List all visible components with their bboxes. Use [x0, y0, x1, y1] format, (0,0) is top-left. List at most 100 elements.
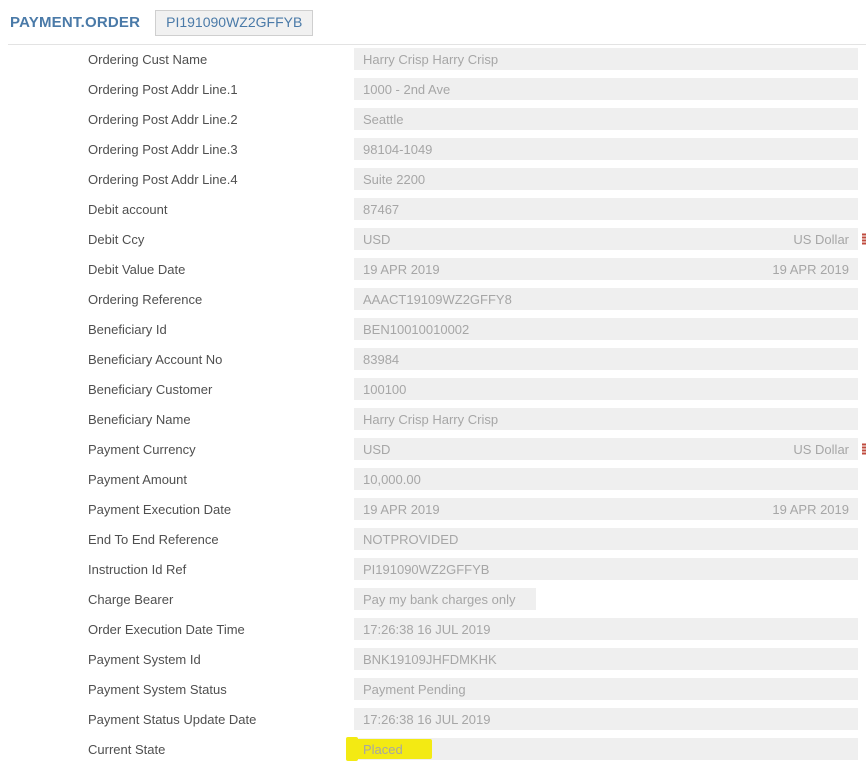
field-value: 87467: [363, 202, 399, 217]
field-value-box: BNK19109JHFDMKHK: [354, 648, 858, 670]
field-label: Instruction Id Ref: [0, 562, 354, 577]
field-label: Charge Bearer: [0, 592, 354, 607]
field-value-box: NOTPROVIDED: [354, 528, 858, 550]
field-label: Beneficiary Name: [0, 412, 354, 427]
field-value: 10,000.00: [363, 472, 421, 487]
header: PAYMENT.ORDER PI191090WZ2GFFYB: [0, 0, 866, 44]
field-label: Ordering Post Addr Line.3: [0, 142, 354, 157]
field-label: Ordering Cust Name: [0, 52, 354, 67]
field-label: Beneficiary Account No: [0, 352, 354, 367]
field-label: Ordering Post Addr Line.4: [0, 172, 354, 187]
field-row: Payment Currency USD US Dollar: [0, 438, 866, 460]
field-label: Payment Status Update Date: [0, 712, 354, 727]
field-value-box: 10,000.00: [354, 468, 858, 490]
field-value-box: Payment Pending: [354, 678, 858, 700]
field-value: Payment Pending: [363, 682, 466, 697]
field-value-box: Placed: [354, 738, 858, 760]
field-label: Ordering Reference: [0, 292, 354, 307]
field-row: Payment Execution Date 19 APR 2019 19 AP…: [0, 498, 866, 520]
field-value-box: 98104-1049: [354, 138, 858, 160]
field-label: Beneficiary Id: [0, 322, 354, 337]
field-label: Debit Ccy: [0, 232, 354, 247]
field-value-box: 17:26:38 16 JUL 2019: [354, 618, 858, 640]
field-label: Debit Value Date: [0, 262, 354, 277]
field-label: End To End Reference: [0, 532, 354, 547]
field-value: USD: [363, 232, 390, 247]
field-label: Ordering Post Addr Line.2: [0, 112, 354, 127]
field-row: Beneficiary Customer 100100: [0, 378, 866, 400]
field-row: Debit Value Date 19 APR 2019 19 APR 2019: [0, 258, 866, 280]
field-row: Ordering Reference AAACT19109WZ2GFFY8: [0, 288, 866, 310]
field-label: Payment System Id: [0, 652, 354, 667]
field-value: Harry Crisp Harry Crisp: [363, 412, 498, 427]
field-value-box: USD US Dollar: [354, 438, 858, 460]
field-value-box: 87467: [354, 198, 858, 220]
field-row: Instruction Id Ref PI191090WZ2GFFYB: [0, 558, 866, 580]
field-value: 19 APR 2019: [363, 262, 440, 277]
field-value: 83984: [363, 352, 399, 367]
field-value: 19 APR 2019: [363, 502, 440, 517]
field-row: Payment Amount 10,000.00: [0, 468, 866, 490]
field-value-box: Harry Crisp Harry Crisp: [354, 48, 858, 70]
field-secondary-value: 19 APR 2019: [760, 262, 849, 277]
field-value-box: Suite 2200: [354, 168, 858, 190]
field-value-box: 83984: [354, 348, 858, 370]
field-label: Beneficiary Customer: [0, 382, 354, 397]
field-row: Charge Bearer Pay my bank charges only: [0, 588, 866, 610]
field-value-box: 19 APR 2019 19 APR 2019: [354, 258, 858, 280]
field-row: Debit Ccy USD US Dollar: [0, 228, 866, 250]
field-label: Payment Amount: [0, 472, 354, 487]
field-row: Beneficiary Account No 83984: [0, 348, 866, 370]
field-row: Ordering Post Addr Line.3 98104-1049: [0, 138, 866, 160]
field-row: Ordering Cust Name Harry Crisp Harry Cri…: [0, 48, 866, 70]
field-value: Harry Crisp Harry Crisp: [363, 52, 498, 67]
field-secondary-value: US Dollar: [781, 442, 849, 457]
page-title: PAYMENT.ORDER: [10, 14, 140, 31]
field-row: Ordering Post Addr Line.1 1000 - 2nd Ave: [0, 78, 866, 100]
field-row: Payment Status Update Date 17:26:38 16 J…: [0, 708, 866, 730]
field-value: PI191090WZ2GFFYB: [363, 562, 489, 577]
field-value-box: 17:26:38 16 JUL 2019: [354, 708, 858, 730]
field-row: Ordering Post Addr Line.4 Suite 2200: [0, 168, 866, 190]
field-value-box: AAACT19109WZ2GFFY8: [354, 288, 858, 310]
field-row: Payment System Id BNK19109JHFDMKHK: [0, 648, 866, 670]
field-value-box: Harry Crisp Harry Crisp: [354, 408, 858, 430]
field-value-box: PI191090WZ2GFFYB: [354, 558, 858, 580]
field-row: Payment System Status Payment Pending: [0, 678, 866, 700]
field-list: Ordering Cust Name Harry Crisp Harry Cri…: [0, 45, 866, 760]
field-label: Current State: [0, 742, 354, 757]
field-value-box: 1000 - 2nd Ave: [354, 78, 858, 100]
field-label: Payment Currency: [0, 442, 354, 457]
field-value: Placed: [363, 742, 403, 757]
field-secondary-value: 19 APR 2019: [760, 502, 849, 517]
field-row: Order Execution Date Time 17:26:38 16 JU…: [0, 618, 866, 640]
payment-order-page: PAYMENT.ORDER PI191090WZ2GFFYB Ordering …: [0, 0, 866, 760]
field-value-box: USD US Dollar: [354, 228, 858, 250]
field-label: Debit account: [0, 202, 354, 217]
field-value: USD: [363, 442, 390, 457]
record-id-box[interactable]: PI191090WZ2GFFYB: [155, 10, 313, 36]
field-row: End To End Reference NOTPROVIDED: [0, 528, 866, 550]
field-value: 98104-1049: [363, 142, 432, 157]
field-value: 17:26:38 16 JUL 2019: [363, 712, 490, 727]
field-row: Ordering Post Addr Line.2 Seattle: [0, 108, 866, 130]
field-row: Beneficiary Name Harry Crisp Harry Crisp: [0, 408, 866, 430]
field-value: Pay my bank charges only: [363, 592, 515, 607]
field-value-box: 19 APR 2019 19 APR 2019: [354, 498, 858, 520]
field-row: Current State Placed: [0, 738, 866, 760]
field-value: BEN10010010002: [363, 322, 469, 337]
field-row: Debit account 87467: [0, 198, 866, 220]
field-value: 1000 - 2nd Ave: [363, 82, 450, 97]
field-value-box: Pay my bank charges only: [354, 588, 536, 610]
field-value: AAACT19109WZ2GFFY8: [363, 292, 512, 307]
currency-lookup-icon[interactable]: [862, 444, 866, 455]
field-label: Payment System Status: [0, 682, 354, 697]
field-label: Payment Execution Date: [0, 502, 354, 517]
field-value-box: 100100: [354, 378, 858, 400]
field-label: Ordering Post Addr Line.1: [0, 82, 354, 97]
field-value: NOTPROVIDED: [363, 532, 458, 547]
field-value: 17:26:38 16 JUL 2019: [363, 622, 490, 637]
field-value: 100100: [363, 382, 406, 397]
currency-lookup-icon[interactable]: [862, 234, 866, 245]
field-label: Order Execution Date Time: [0, 622, 354, 637]
